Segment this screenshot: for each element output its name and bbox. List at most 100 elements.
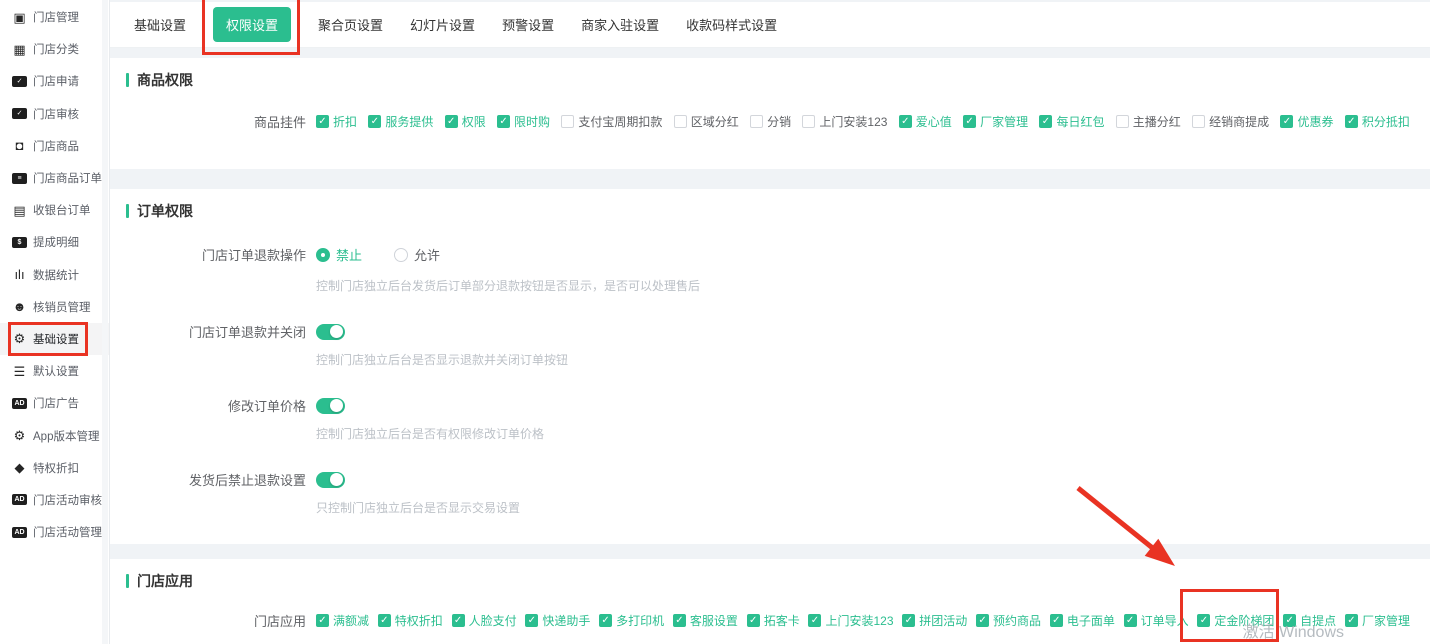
section-store-apps: 门店应用 门店应用 ✓ 满额减 ✓ 特权折扣 ✓ 人脸支付 ✓ 快递助手 ✓ 多… (110, 559, 1430, 644)
activate-windows-watermark: 激活 Windows (1243, 618, 1344, 642)
checkbox-option[interactable]: ✓ 拓客卡 (747, 612, 800, 629)
checkbox-option[interactable]: ✓ 客服设置 (673, 612, 738, 629)
checkbox-icon: ✓ (599, 614, 612, 627)
checkbox-option[interactable]: ✓ 上门安装123 (802, 113, 887, 130)
product-widget-row: 商品挂件 ✓ 折扣 ✓ 服务提供 ✓ 权限 ✓ 限时购 ✓ 支付宝周期扣款 ✓ … (126, 112, 1410, 131)
help-text: 控制门店独立后台是否有权限修改订单价格 (316, 425, 1410, 442)
checkbox-option[interactable]: ✓ 经销商提成 (1192, 113, 1269, 130)
checkbox-option[interactable]: ✓ 爱心值 (899, 113, 952, 130)
checkbox-option[interactable]: ✓ 预约商品 (976, 612, 1041, 629)
tab-item[interactable]: 幻灯片设置 (410, 15, 475, 34)
checkbox-option[interactable]: ✓ 支付宝周期扣款 (561, 113, 662, 130)
goods-order-icon: ≡ (12, 173, 27, 184)
sidebar-item[interactable]: AD 门店活动审核 (0, 484, 109, 516)
order-permission-row: 发货后禁止退款设置 只控制门店独立后台是否显示交易设置 (126, 470, 1410, 516)
checkbox-option[interactable]: ✓ 厂家管理 (1345, 612, 1410, 629)
goods-bag-icon: ◘ (11, 139, 28, 152)
checkbox-icon: ✓ (1345, 115, 1358, 128)
tab-active[interactable]: 权限设置 (213, 7, 291, 42)
checkbox-option[interactable]: ✓ 折扣 (316, 113, 357, 130)
checkbox-option[interactable]: ✓ 上门安装123 (808, 612, 893, 629)
checkbox-option[interactable]: ✓ 快递助手 (525, 612, 590, 629)
help-text: 只控制门店独立后台是否显示交易设置 (316, 499, 1410, 516)
sidebar-item[interactable]: ✓ 门店申请 (0, 65, 109, 97)
checkbox-icon: ✓ (899, 115, 912, 128)
order-toggle-rows: 门店订单退款并关闭 控制门店独立后台是否显示退款并关闭订单按钮 修改订单价格 控… (126, 322, 1410, 516)
checkbox-option[interactable]: ✓ 厂家管理 (963, 113, 1028, 130)
tab-label: 基础设置 (134, 18, 186, 33)
tab-item[interactable]: 基础设置 (134, 15, 186, 34)
sidebar-item[interactable]: ◘ 门店商品 (0, 130, 109, 162)
checkbox-icon: ✓ (316, 614, 329, 627)
cashier-order-icon: ▤ (11, 204, 28, 217)
gear-icon: ⚙ (11, 332, 28, 345)
checkbox-option[interactable]: ✓ 优惠券 (1280, 113, 1333, 130)
default-settings-icon: ☰ (11, 365, 28, 378)
sidebar-item-label: 核销员管理 (33, 299, 91, 315)
checkbox-option[interactable]: ✓ 电子面单 (1050, 612, 1115, 629)
sidebar-item[interactable]: ☻ 核销员管理 (0, 291, 109, 323)
checkbox-option[interactable]: ✓ 拼团活动 (902, 612, 967, 629)
sidebar-scrollbar[interactable] (102, 0, 108, 644)
field-label: 修改订单价格 (126, 396, 306, 415)
checkbox-icon: ✓ (1280, 115, 1293, 128)
checkbox-option[interactable]: ✓ 权限 (445, 113, 486, 130)
field-label: 门店订单退款并关闭 (126, 322, 306, 341)
checkbox-icon: ✓ (1116, 115, 1129, 128)
tab-item[interactable]: 收款码样式设置 (686, 15, 777, 34)
discount-tag-icon: ◆ (11, 461, 28, 474)
radio-allow[interactable]: 允许 (394, 245, 440, 264)
checkbox-option[interactable]: ✓ 积分抵扣 (1345, 113, 1410, 130)
checkbox-icon: ✓ (1050, 614, 1063, 627)
toggle-switch[interactable] (316, 398, 345, 414)
checkbox-icon: ✓ (963, 115, 976, 128)
checkbox-icon: ✓ (808, 614, 821, 627)
sidebar-item-label: 门店活动管理 (33, 524, 102, 540)
checkbox-option[interactable]: ✓ 主播分红 (1116, 113, 1181, 130)
checkbox-icon: ✓ (1124, 614, 1137, 627)
tab-label: 收款码样式设置 (686, 18, 777, 33)
sidebar-item[interactable]: ⚙ 基础设置 (0, 323, 109, 355)
sidebar-item[interactable]: ▤ 收银台订单 (0, 194, 109, 226)
checkbox-option[interactable]: ✓ 区域分红 (674, 113, 739, 130)
sidebar-item[interactable]: ▣ 门店管理 (0, 1, 109, 33)
statistics-chart-icon: ılı (11, 268, 28, 281)
tab-label: 幻灯片设置 (410, 18, 475, 33)
sidebar-item[interactable]: ◆ 特权折扣 (0, 452, 109, 484)
checkbox-option[interactable]: ✓ 限时购 (497, 113, 550, 130)
sidebar-item-label: App版本管理 (33, 428, 99, 444)
sidebar-item[interactable]: AD 门店活动管理 (0, 516, 109, 548)
sidebar-item[interactable]: ▦ 门店分类 (0, 33, 109, 65)
order-permission-row: 修改订单价格 控制门店独立后台是否有权限修改订单价格 (126, 396, 1410, 442)
checkbox-option[interactable]: ✓ 满额减 (316, 612, 369, 629)
radio-forbid[interactable]: 禁止 (316, 245, 362, 264)
review-check-icon: ✓ (12, 108, 27, 119)
sidebar-item[interactable]: $ 提成明细 (0, 226, 109, 258)
checkbox-icon: ✓ (674, 115, 687, 128)
checkbox-option[interactable]: ✓ 订单导入 (1124, 612, 1189, 629)
checkbox-option[interactable]: ✓ 多打印机 (599, 612, 664, 629)
field-label: 商品挂件 (126, 112, 306, 131)
sidebar-item[interactable]: AD 门店广告 (0, 387, 109, 419)
tab-item[interactable]: 商家入驻设置 (581, 15, 659, 34)
checkbox-option[interactable]: ✓ 服务提供 (368, 113, 433, 130)
toggle-switch[interactable] (316, 472, 345, 488)
toggle-switch[interactable] (316, 324, 345, 340)
checkbox-option[interactable]: ✓ 人脸支付 (452, 612, 517, 629)
sidebar-item[interactable]: ☰ 默认设置 (0, 355, 109, 387)
tab-item[interactable]: 聚合页设置 (318, 15, 383, 34)
checkbox-option[interactable]: ✓ 分销 (750, 113, 791, 130)
sidebar-item-label: 基础设置 (33, 331, 79, 347)
sidebar-item[interactable]: ⚙ App版本管理 (0, 419, 109, 451)
checkbox-option[interactable]: ✓ 每日红包 (1039, 113, 1104, 130)
sidebar-item[interactable]: ılı 数据统计 (0, 259, 109, 291)
sidebar-item[interactable]: ≡ 门店商品订单 (0, 162, 109, 194)
sidebar-item[interactable]: ✓ 门店审核 (0, 98, 109, 130)
ad-icon: AD (12, 398, 27, 409)
staff-person-icon: ☻ (11, 300, 28, 313)
order-permission-row: 门店订单退款并关闭 控制门店独立后台是否显示退款并关闭订单按钮 (126, 322, 1410, 368)
checkbox-option[interactable]: ✓ 特权折扣 (378, 612, 443, 629)
sidebar: ▣ 门店管理 ▦ 门店分类 ✓ 门店申请 ✓ 门店审核 ◘ 门店商品 ≡ 门店商… (0, 0, 110, 644)
checkbox-icon: ✓ (368, 115, 381, 128)
tab-item[interactable]: 预警设置 (502, 15, 554, 34)
